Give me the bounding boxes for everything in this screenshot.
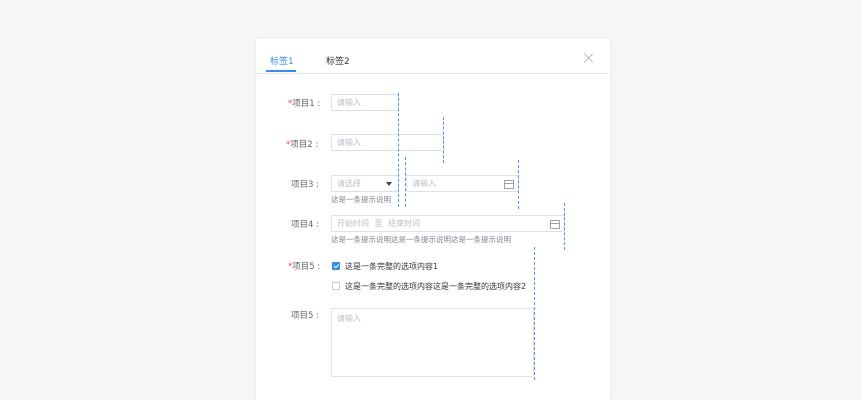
close-icon[interactable] [584,53,594,63]
guide-line [518,160,519,209]
item5-textarea-label: 项目5 : [291,311,319,321]
item3-input-placeholder: 请输入 [412,179,436,188]
guide-line [534,247,535,380]
end-time-placeholder: 结束时间 [388,219,421,228]
range-separator: 至 [374,219,383,228]
item2-label: *项目2 : [286,140,319,150]
guide-line [564,203,565,250]
dialog: 标签1 标签2 *项目1 : 请输入 *项目2 : 请输入 项目3 : 请选择 … [256,39,610,400]
tab-2[interactable]: 标签2 [326,54,350,67]
tab-1[interactable]: 标签1 [270,54,294,67]
guide-line [443,117,444,163]
guide-line [398,93,399,207]
checkbox-option-2[interactable]: 这是一条完整的选项内容这是一条完整的选项内容2 [345,281,526,292]
active-tab-indicator [266,70,296,72]
calendar-icon [550,220,560,229]
item3-label: 项目3 : [291,180,319,190]
start-time-placeholder: 开始时间 [337,219,369,228]
calendar-icon [504,180,514,189]
item4-hint: 这是一条提示说明这是一条提示说明这是一条提示说明 [331,235,511,244]
item1-label: *项目1 : [288,99,321,109]
tab-bar: 标签1 标签2 [256,39,610,74]
checkbox-icon[interactable] [332,282,340,290]
item2-input[interactable]: 请输入 [331,134,444,151]
item1-input[interactable]: 请输入 [331,94,399,111]
date-range-input[interactable]: 开始时间 至 结束时间 [331,215,565,232]
item3-input[interactable]: 请输入 [406,175,519,192]
item4-label: 项目4 : [291,220,319,230]
item5-textarea[interactable]: 请输入 [331,308,534,377]
checkbox-option-1[interactable]: 这是一条完整的选项内容1 [345,261,438,272]
chevron-down-icon [386,182,392,186]
item3-hint: 这是一条提示说明 [331,195,391,204]
item5-label: *项目5 : [288,262,321,272]
checkbox-icon[interactable] [332,262,340,270]
item3-select-placeholder: 请选择 [337,179,361,188]
item3-select[interactable]: 请选择 [331,175,399,192]
guide-line [405,157,406,207]
